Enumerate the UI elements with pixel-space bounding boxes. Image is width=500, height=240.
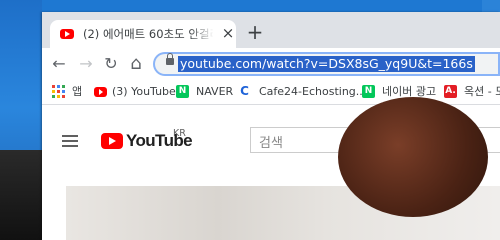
- tab-youtube-video[interactable]: (2) 에어매트 60초도 안걸리는 에 ×: [50, 20, 236, 48]
- tab-title-fade: [190, 20, 214, 48]
- new-tab-button[interactable]: +: [245, 21, 265, 43]
- hamburger-menu-icon[interactable]: [62, 135, 78, 147]
- bookmark-auction[interactable]: A. 옥션 - 모: [440, 80, 500, 104]
- desktop-window-behind: [0, 150, 42, 240]
- naver-icon: N: [362, 85, 375, 98]
- bookmark-naver[interactable]: N NAVER: [172, 80, 233, 104]
- cafe24-icon: C: [238, 85, 251, 98]
- bookmark-label: (3) YouTube: [112, 85, 176, 98]
- close-tab-icon[interactable]: ×: [220, 24, 236, 42]
- bookmark-label: Cafe24-Echosting...: [259, 85, 367, 98]
- home-icon[interactable]: ⌂: [125, 53, 147, 75]
- tab-strip: (2) 에어매트 60초도 안걸리는 에 × +: [42, 12, 500, 48]
- address-bar[interactable]: youtube.com/watch?v=DSX8sG_yq9U&t=166s: [153, 52, 500, 76]
- youtube-icon: [94, 87, 107, 97]
- bookmark-apps[interactable]: 앱: [42, 80, 90, 104]
- back-arrow-icon[interactable]: ←: [48, 53, 70, 75]
- browser-toolbar: ← → ↻ ⌂ youtube.com/watch?v=DSX8sG_yq9U&…: [42, 48, 500, 80]
- auction-icon: A.: [444, 85, 457, 98]
- bookmark-label: 옥션 - 모: [464, 85, 500, 98]
- video-person-hair: [338, 97, 488, 217]
- lock-icon[interactable]: [166, 53, 174, 65]
- url-text[interactable]: youtube.com/watch?v=DSX8sG_yq9U&t=166s: [178, 56, 475, 72]
- youtube-logo-icon[interactable]: [101, 133, 123, 149]
- forward-arrow-icon[interactable]: →: [75, 53, 97, 75]
- bookmark-youtube[interactable]: (3) YouTube: [90, 80, 176, 104]
- search-placeholder: 검색: [259, 136, 283, 151]
- bookmark-cafe24[interactable]: C Cafe24-Echosting...: [234, 80, 366, 104]
- region-label: KR: [173, 128, 186, 139]
- reload-icon[interactable]: ↻: [100, 53, 122, 75]
- bookmark-label: NAVER: [196, 85, 234, 98]
- apps-grid-icon: [52, 85, 65, 98]
- youtube-favicon-icon: [60, 29, 74, 39]
- bookmark-label: 앱: [72, 85, 83, 98]
- naver-icon: N: [176, 85, 189, 98]
